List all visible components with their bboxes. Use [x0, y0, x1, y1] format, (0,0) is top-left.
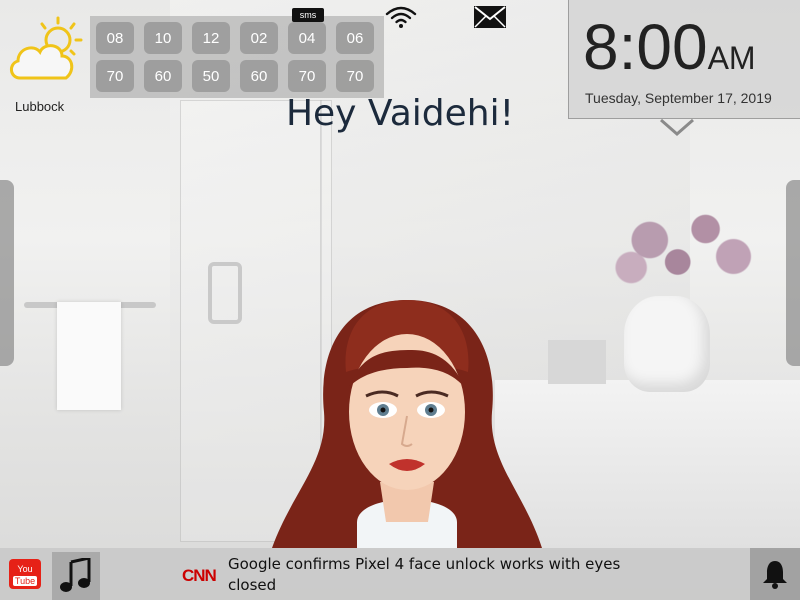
forecast-hour: 12 — [192, 22, 230, 54]
music-note-icon[interactable] — [52, 552, 100, 600]
forecast-hour: 04 — [288, 22, 326, 54]
mail-icon[interactable] — [474, 6, 506, 32]
news-headline[interactable]: Google confirms Pixel 4 face unlock work… — [228, 554, 658, 596]
youtube-icon[interactable]: You Tube — [9, 559, 41, 589]
bell-icon[interactable] — [750, 548, 800, 600]
clock-ampm: AM — [707, 40, 756, 76]
forecast-temp: 70 — [336, 60, 374, 92]
forecast-temp: 60 — [240, 60, 278, 92]
forecast-temp: 70 — [288, 60, 326, 92]
clock-hours-minutes: 8:00 — [583, 11, 708, 83]
forecast-hour: 10 — [144, 22, 182, 54]
assistant-avatar[interactable] — [262, 292, 552, 552]
hourly-forecast: 08 10 12 02 04 06 70 60 50 60 70 70 — [90, 16, 384, 98]
forecast-temp: 60 — [144, 60, 182, 92]
wifi-icon[interactable] — [385, 6, 417, 32]
weather-widget[interactable]: Lubbock — [4, 14, 90, 114]
cnn-logo: CNN — [182, 566, 217, 585]
forecast-hour: 08 — [96, 22, 134, 54]
forecast-hour: 02 — [240, 22, 278, 54]
greeting-text: Hey Vaidehi! — [285, 93, 515, 134]
clock-time: 8:00AM — [583, 10, 756, 84]
partly-cloudy-icon — [10, 16, 83, 80]
forecast-temp: 50 — [192, 60, 230, 92]
sms-icon[interactable]: sms — [292, 8, 324, 22]
left-edge-tab[interactable] — [0, 180, 14, 366]
right-edge-tab[interactable] — [786, 180, 800, 366]
forecast-temp: 70 — [96, 60, 134, 92]
forecast-hour: 06 — [336, 22, 374, 54]
